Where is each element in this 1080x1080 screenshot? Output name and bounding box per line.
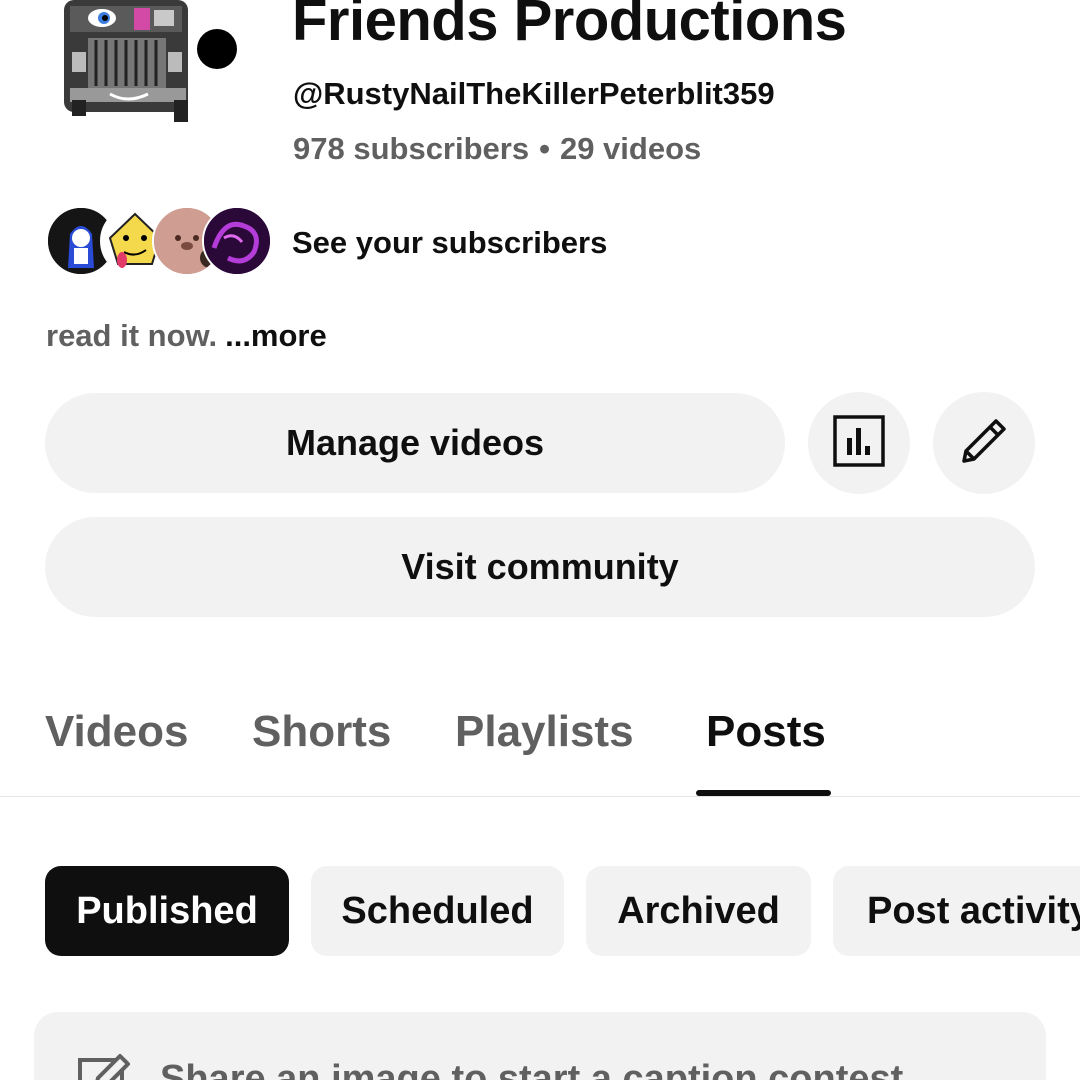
- channel-avatar[interactable]: [50, 0, 250, 130]
- channel-tabs: Videos Shorts Playlists Posts: [0, 700, 1080, 797]
- tab-posts[interactable]: Posts: [706, 704, 826, 760]
- subscriber-avatars[interactable]: [46, 206, 276, 276]
- more-link[interactable]: ...more: [225, 318, 327, 353]
- video-count: 29 videos: [559, 131, 702, 166]
- see-subscribers-link[interactable]: See your subscribers: [292, 223, 607, 263]
- tab-playlists[interactable]: Playlists: [455, 704, 634, 760]
- channel-stats: 978 subscribers • 29 videos: [293, 129, 701, 169]
- stats-separator: •: [539, 131, 550, 166]
- manage-videos-button[interactable]: Manage videos: [45, 393, 785, 493]
- subscriber-avatar: [202, 206, 272, 276]
- channel-page: Friends Productions @RustyNailTheKillerP…: [0, 0, 1080, 1080]
- edit-channel-button[interactable]: [933, 392, 1035, 494]
- visit-community-button[interactable]: Visit community: [45, 517, 1035, 617]
- analytics-button[interactable]: [808, 392, 910, 494]
- channel-description: read it now. ...more: [46, 316, 327, 356]
- channel-handle: @RustyNailTheKillerPeterblit359: [293, 76, 775, 111]
- subscriber-count: 978 subscribers: [293, 131, 530, 166]
- chip-post-activity[interactable]: Post activity: [833, 866, 1080, 956]
- description-text: read it now.: [46, 318, 218, 353]
- chip-published[interactable]: Published: [45, 866, 289, 956]
- edit-square-icon: [76, 1052, 132, 1080]
- analytics-icon: [832, 414, 886, 473]
- active-tab-indicator: [696, 790, 831, 796]
- composer-placeholder: Share an image to start a caption contes…: [160, 1058, 904, 1080]
- chip-archived[interactable]: Archived: [586, 866, 811, 956]
- tab-videos[interactable]: Videos: [45, 704, 188, 760]
- pencil-icon: [956, 413, 1012, 474]
- channel-title: Friends Productions: [292, 0, 847, 53]
- tab-shorts[interactable]: Shorts: [252, 704, 391, 760]
- chip-scheduled[interactable]: Scheduled: [311, 866, 564, 956]
- post-composer[interactable]: Share an image to start a caption contes…: [34, 1012, 1046, 1080]
